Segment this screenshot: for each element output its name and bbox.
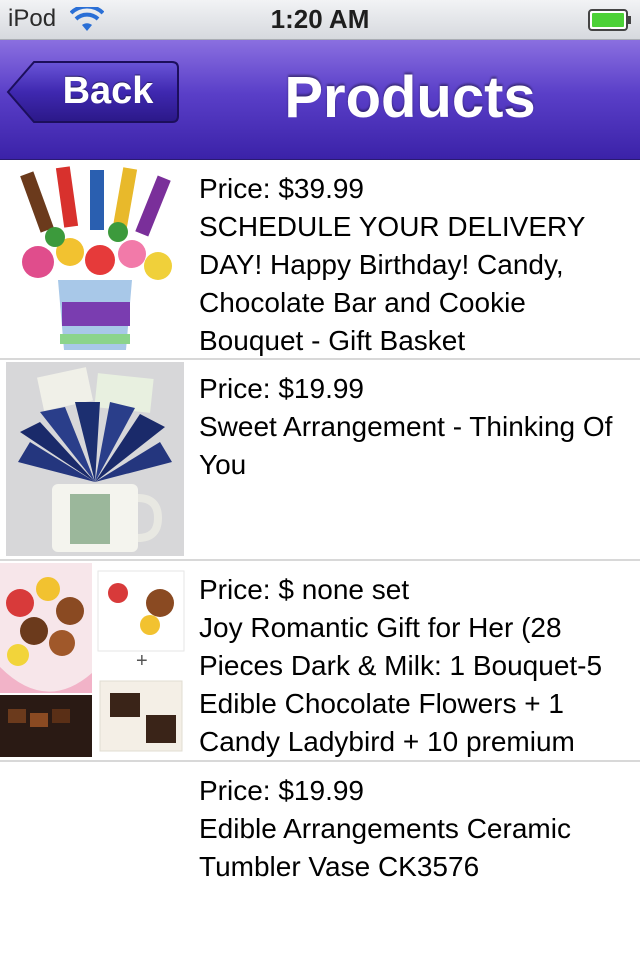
product-list: Price: $39.99 SCHEDULE YOUR DELIVERY DAY… — [0, 160, 640, 961]
product-price: Price: $ none set — [199, 574, 410, 605]
page-title: Products — [284, 65, 536, 130]
clock: 1:20 AM — [270, 4, 370, 34]
battery-icon — [588, 9, 631, 31]
product-price: Price: $39.99 — [199, 173, 364, 204]
product-image-chocolate-flowers: + — [0, 563, 190, 757]
product-title: SCHEDULE YOUR DELIVERY DAY! Happy Birthd… — [199, 211, 585, 356]
navigation-bar: Back Products — [0, 40, 640, 160]
back-button[interactable]: Back — [6, 60, 180, 124]
product-text: Price: $39.99 SCHEDULE YOUR DELIVERY DAY… — [199, 170, 620, 358]
product-price: Price: $19.99 — [199, 775, 364, 806]
product-image-placeholder — [0, 764, 190, 958]
product-row[interactable]: Price: $19.99 Edible Arrangements Cerami… — [0, 762, 640, 961]
product-title: Edible Arrangements Ceramic Tumbler Vase… — [199, 813, 571, 882]
product-image-sweet-arrangement — [0, 362, 190, 556]
product-image-candy-bouquet — [0, 162, 190, 356]
product-title: Joy Romantic Gift for Her (28 Pieces Dar… — [199, 612, 603, 757]
svg-text:+: + — [136, 650, 148, 672]
status-bar: iPod 1:20 AM — [0, 0, 640, 40]
product-price: Price: $19.99 — [199, 373, 364, 404]
product-text: Price: $19.99 Edible Arrangements Cerami… — [199, 772, 620, 886]
product-text: Price: $ none set Joy Romantic Gift for … — [199, 571, 620, 760]
product-row[interactable]: + Price: $ none set Joy Romantic Gift fo… — [0, 561, 640, 762]
product-row[interactable]: Price: $39.99 SCHEDULE YOUR DELIVERY DAY… — [0, 160, 640, 360]
product-title: Sweet Arrangement - Thinking Of You — [199, 411, 613, 480]
back-button-label: Back — [62, 70, 154, 112]
product-row[interactable]: Price: $19.99 Sweet Arrangement - Thinki… — [0, 360, 640, 561]
product-text: Price: $19.99 Sweet Arrangement - Thinki… — [199, 370, 620, 484]
